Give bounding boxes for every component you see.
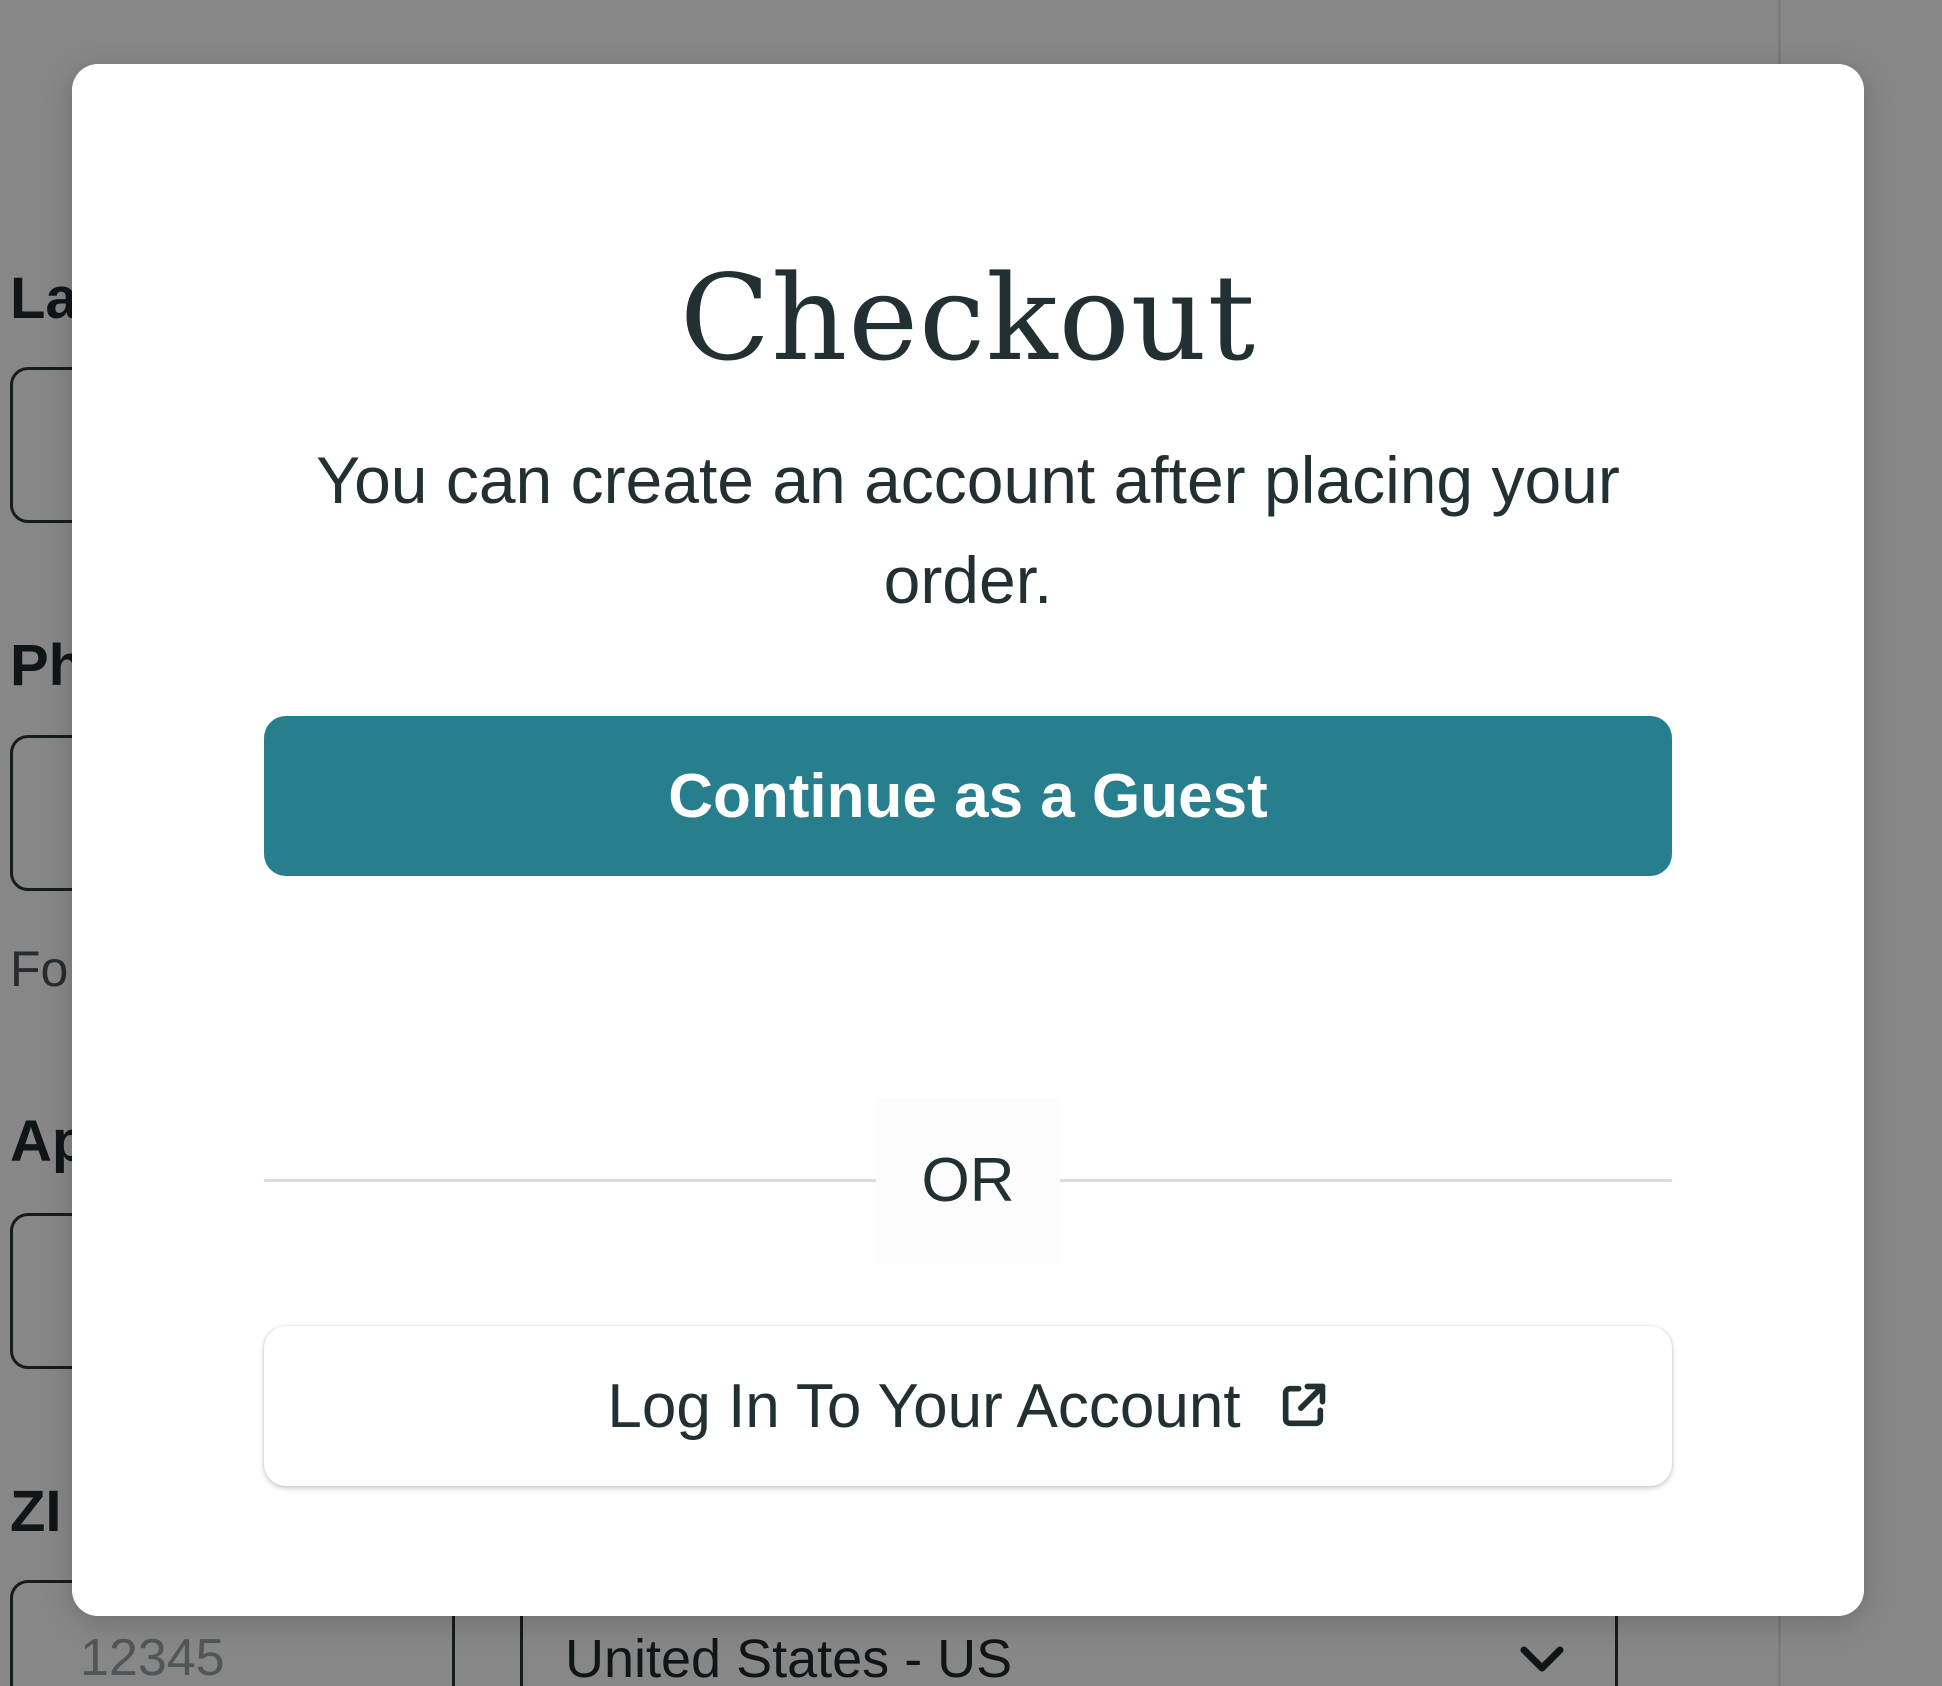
divider-line-right	[1060, 1179, 1672, 1182]
continue-as-guest-button[interactable]: Continue as a Guest	[264, 716, 1672, 876]
modal-subtitle: You can create an account after placing …	[316, 443, 1620, 617]
checkout-modal: Checkout You can create an account after…	[72, 64, 1864, 1616]
external-link-icon	[1282, 1383, 1325, 1427]
or-divider: OR	[264, 1098, 1672, 1264]
modal-title: Checkout	[679, 249, 1257, 387]
log-in-button-label: Log In To Your Account	[607, 1371, 1241, 1441]
divider-line-left	[264, 1179, 876, 1182]
log-in-button[interactable]: Log In To Your Account	[264, 1326, 1672, 1486]
or-divider-text: OR	[876, 1098, 1060, 1264]
